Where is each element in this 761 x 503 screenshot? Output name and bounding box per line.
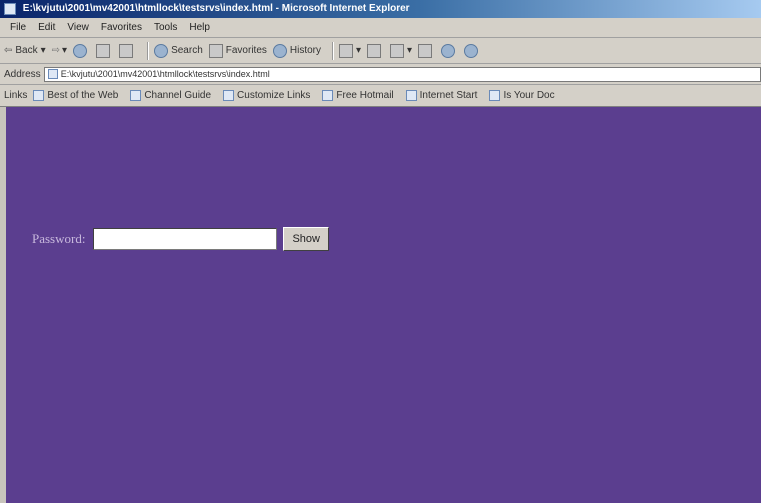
- search-label: Search: [171, 45, 203, 56]
- messenger-button[interactable]: [441, 43, 458, 58]
- show-button[interactable]: Show: [283, 227, 329, 251]
- link-label: Free Hotmail: [336, 90, 394, 101]
- password-input[interactable]: [93, 228, 278, 250]
- link-channel-guide[interactable]: Channel Guide: [130, 90, 211, 101]
- browser-window: E:\kvjutu\2001\mv42001\htmllock\testsrvs…: [0, 0, 761, 503]
- back-dropdown-icon[interactable]: ▾: [41, 45, 46, 56]
- forward-arrow-icon: ⇨: [51, 45, 61, 56]
- link-internet-start[interactable]: Internet Start: [405, 90, 478, 101]
- back-label: Back: [15, 45, 38, 56]
- print-button[interactable]: [367, 43, 384, 58]
- link-is-your-doc[interactable]: Is Your Doc: [489, 90, 555, 101]
- address-url: E:\kvjutu\2001\mv42001\htmllock\testsrvs…: [60, 69, 270, 79]
- edit-dropdown-icon: ▾: [407, 45, 413, 56]
- discuss-icon: [418, 43, 433, 58]
- menu-help[interactable]: Help: [189, 22, 210, 33]
- ie-app-icon: [4, 3, 16, 15]
- links-bar: Links Best of the Web Channel Guide Cust…: [0, 85, 761, 107]
- page-icon: [47, 69, 58, 79]
- favorites-label: Favorites: [225, 45, 267, 56]
- page-icon: [322, 90, 334, 101]
- address-input[interactable]: E:\kvjutu\2001\mv42001\htmllock\testsrvs…: [43, 66, 761, 82]
- mail-dropdown-icon: ▾: [356, 45, 362, 56]
- edit-icon: [390, 43, 405, 58]
- page-icon: [130, 90, 142, 101]
- link-best-of-the-web[interactable]: Best of the Web: [33, 90, 118, 101]
- home-icon: [119, 43, 134, 58]
- menu-view[interactable]: View: [67, 22, 89, 33]
- forward-dropdown-icon[interactable]: ▾: [62, 45, 67, 56]
- discuss-button[interactable]: [418, 43, 435, 58]
- password-label: Password:: [32, 231, 86, 246]
- link-customize-links[interactable]: Customize Links: [223, 90, 310, 101]
- toolbar-separator: [332, 41, 335, 60]
- favorites-button[interactable]: Favorites: [208, 43, 267, 58]
- print-icon: [367, 43, 382, 58]
- refresh-icon: [96, 43, 111, 58]
- title-bar: E:\kvjutu\2001\mv42001\htmllock\testsrvs…: [0, 0, 761, 18]
- mail-button[interactable]: ▾: [339, 43, 362, 58]
- link-label: Customize Links: [237, 90, 311, 101]
- password-form: Password: Show: [32, 227, 329, 251]
- edit-button[interactable]: ▾: [390, 43, 413, 58]
- refresh-button[interactable]: [96, 43, 113, 58]
- address-bar: Address E:\kvjutu\2001\mv42001\htmllock\…: [0, 64, 761, 85]
- links-label: Links: [4, 90, 28, 101]
- page-icon: [489, 90, 501, 101]
- menu-favorites[interactable]: Favorites: [101, 22, 142, 33]
- window-title: E:\kvjutu\2001\mv42001\htmllock\testsrvs…: [22, 3, 410, 14]
- menu-bar: File Edit View Favorites Tools Help: [0, 18, 761, 38]
- history-button[interactable]: History: [272, 43, 322, 58]
- stop-button[interactable]: [73, 43, 90, 58]
- history-label: History: [289, 45, 322, 56]
- search-icon: [154, 43, 169, 58]
- menu-file[interactable]: File: [10, 22, 26, 33]
- link-free-hotmail[interactable]: Free Hotmail: [322, 90, 394, 101]
- page-content: Password: Show: [0, 107, 761, 503]
- home-button[interactable]: [119, 43, 136, 58]
- related-button[interactable]: [464, 43, 481, 58]
- link-label: Internet Start: [419, 90, 478, 101]
- page-icon: [223, 90, 235, 101]
- page-icon: [33, 90, 45, 101]
- link-label: Channel Guide: [144, 90, 212, 101]
- mail-icon: [339, 43, 354, 58]
- menu-edit[interactable]: Edit: [38, 22, 55, 33]
- link-label: Is Your Doc: [503, 90, 555, 101]
- page-icon: [405, 90, 417, 101]
- standard-toolbar: ⇦ Back ▾ ⇨ ▾ Search Favorites History ▾ …: [0, 38, 761, 64]
- stop-icon: [73, 43, 88, 58]
- history-icon: [272, 43, 287, 58]
- link-label: Best of the Web: [47, 90, 119, 101]
- favorites-icon: [208, 43, 223, 58]
- toolbar-separator: [147, 41, 150, 60]
- related-icon: [464, 43, 479, 58]
- messenger-icon: [441, 43, 456, 58]
- back-button[interactable]: ⇦ Back ▾: [4, 45, 46, 56]
- menu-tools[interactable]: Tools: [154, 22, 177, 33]
- back-arrow-icon: ⇦: [4, 45, 13, 56]
- address-label: Address: [4, 68, 41, 80]
- forward-button[interactable]: ⇨ ▾: [52, 45, 67, 56]
- search-button[interactable]: Search: [154, 43, 203, 58]
